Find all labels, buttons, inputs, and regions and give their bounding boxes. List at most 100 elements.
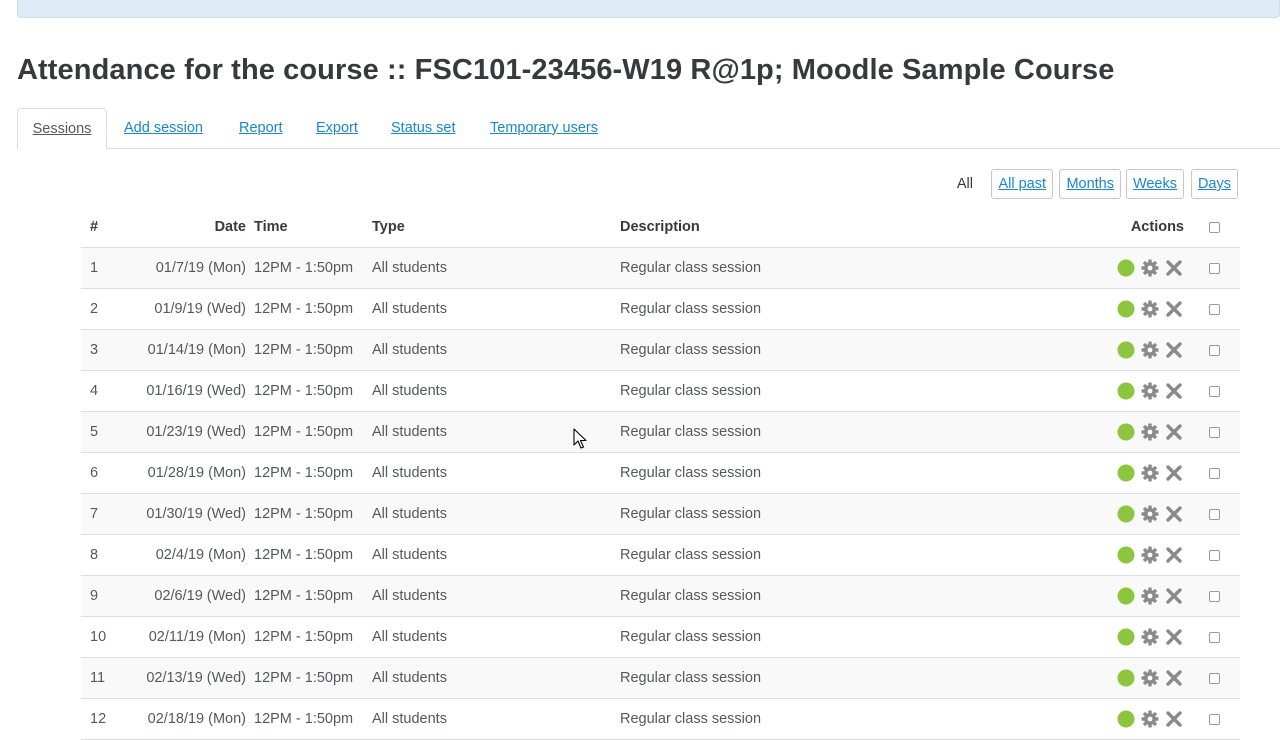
table-row: 11 02/13/19 (Wed) 12PM - 1:50pm All student… [81, 657, 1240, 699]
row-select-checkbox[interactable] [1208, 467, 1220, 479]
close-icon[interactable] [1164, 668, 1184, 688]
row-num: 11 [81, 657, 122, 699]
close-icon[interactable] [1164, 340, 1184, 360]
gear-icon[interactable] [1140, 463, 1160, 483]
row-date: 02/4/19 (Mon) [122, 534, 250, 576]
gear-icon[interactable] [1140, 586, 1160, 606]
take-attendance-icon[interactable] [1116, 709, 1136, 729]
row-num: 12 [81, 698, 122, 740]
tab-temporary-users[interactable]: Temporary users [490, 108, 598, 149]
table-row: 3 01/14/19 (Mon) 12PM - 1:50pm All students… [81, 329, 1240, 371]
take-attendance-icon[interactable] [1116, 422, 1136, 442]
row-select-cell [1188, 534, 1240, 576]
row-actions [1040, 657, 1188, 699]
row-type: All students [368, 329, 616, 371]
tab-add-session[interactable]: Add session [124, 108, 203, 149]
take-attendance-icon[interactable] [1116, 463, 1136, 483]
take-attendance-icon[interactable] [1116, 504, 1136, 524]
close-icon[interactable] [1164, 627, 1184, 647]
take-attendance-icon[interactable] [1116, 340, 1136, 360]
view-filter-current: All [956, 176, 973, 192]
take-attendance-icon[interactable] [1116, 258, 1136, 278]
row-num: 5 [81, 411, 122, 453]
close-icon[interactable] [1164, 422, 1184, 442]
row-select-checkbox[interactable] [1208, 672, 1220, 684]
row-actions [1040, 534, 1188, 576]
row-time: 12PM - 1:50pm [250, 534, 368, 576]
row-actions [1040, 370, 1188, 412]
close-icon[interactable] [1164, 299, 1184, 319]
view-weeks-button[interactable]: Weeks [1125, 169, 1184, 199]
close-icon[interactable] [1164, 258, 1184, 278]
tab-bar: Sessions Add session Report Export Statu… [17, 108, 1280, 150]
row-description: Regular class session [616, 288, 1040, 330]
close-icon[interactable] [1164, 463, 1184, 483]
tab-sessions[interactable]: Sessions [17, 108, 107, 150]
row-select-cell [1188, 657, 1240, 699]
header-date[interactable]: Date [122, 207, 250, 248]
gear-icon[interactable] [1140, 709, 1160, 729]
row-select-checkbox[interactable] [1208, 631, 1220, 643]
take-attendance-icon[interactable] [1116, 381, 1136, 401]
row-select-checkbox[interactable] [1208, 344, 1220, 356]
row-date: 01/7/19 (Mon) [122, 247, 250, 289]
gear-icon[interactable] [1140, 340, 1160, 360]
gear-icon[interactable] [1140, 258, 1160, 278]
take-attendance-icon[interactable] [1116, 545, 1136, 565]
row-actions [1040, 452, 1188, 494]
row-select-checkbox[interactable] [1208, 713, 1220, 725]
tab-status-set[interactable]: Status set [391, 108, 455, 149]
take-attendance-icon[interactable] [1116, 299, 1136, 319]
close-icon[interactable] [1164, 545, 1184, 565]
take-attendance-icon[interactable] [1116, 627, 1136, 647]
row-select-checkbox[interactable] [1208, 426, 1220, 438]
row-select-cell [1188, 616, 1240, 658]
gear-icon[interactable] [1140, 422, 1160, 442]
gear-icon[interactable] [1140, 627, 1160, 647]
row-actions [1040, 493, 1188, 535]
view-months-button[interactable]: Months [1059, 169, 1121, 199]
take-attendance-icon[interactable] [1116, 586, 1136, 606]
row-actions [1040, 698, 1188, 740]
row-num: 7 [81, 493, 122, 535]
row-select-checkbox[interactable] [1208, 590, 1220, 602]
row-type: All students [368, 493, 616, 535]
table-row: 2 01/9/19 (Wed) 12PM - 1:50pm All students R… [81, 288, 1240, 330]
row-time: 12PM - 1:50pm [250, 493, 368, 535]
view-all-past-button[interactable]: All past [991, 169, 1053, 199]
row-description: Regular class session [616, 616, 1040, 658]
gear-icon[interactable] [1140, 299, 1160, 319]
row-time: 12PM - 1:50pm [250, 411, 368, 453]
row-select-checkbox[interactable] [1208, 303, 1220, 315]
row-description: Regular class session [616, 657, 1040, 699]
close-icon[interactable] [1164, 709, 1184, 729]
gear-icon[interactable] [1140, 668, 1160, 688]
table-header-row: # Date Time Type Description Actions [81, 207, 1240, 248]
row-select-checkbox[interactable] [1208, 549, 1220, 561]
row-select-checkbox[interactable] [1208, 262, 1220, 274]
table-row: 6 01/28/19 (Mon) 12PM - 1:50pm All students… [81, 452, 1240, 494]
row-actions [1040, 247, 1188, 289]
close-icon[interactable] [1164, 381, 1184, 401]
row-description: Regular class session [616, 575, 1040, 617]
row-description: Regular class session [616, 247, 1040, 289]
row-select-checkbox[interactable] [1208, 385, 1220, 397]
tab-export[interactable]: Export [316, 108, 358, 149]
table-row: 7 01/30/19 (Wed) 12PM - 1:50pm All students… [81, 493, 1240, 535]
gear-icon[interactable] [1140, 545, 1160, 565]
select-all-checkbox[interactable] [1208, 221, 1220, 233]
row-select-checkbox[interactable] [1208, 508, 1220, 520]
row-actions [1040, 616, 1188, 658]
gear-icon[interactable] [1140, 504, 1160, 524]
row-select-cell [1188, 370, 1240, 412]
row-date: 01/28/19 (Mon) [122, 452, 250, 494]
tab-report[interactable]: Report [239, 108, 283, 149]
close-icon[interactable] [1164, 504, 1184, 524]
row-time: 12PM - 1:50pm [250, 452, 368, 494]
row-description: Regular class session [616, 493, 1040, 535]
view-days-button[interactable]: Days [1190, 169, 1238, 199]
take-attendance-icon[interactable] [1116, 668, 1136, 688]
gear-icon[interactable] [1140, 381, 1160, 401]
close-icon[interactable] [1164, 586, 1184, 606]
header-type: Type [368, 207, 616, 248]
